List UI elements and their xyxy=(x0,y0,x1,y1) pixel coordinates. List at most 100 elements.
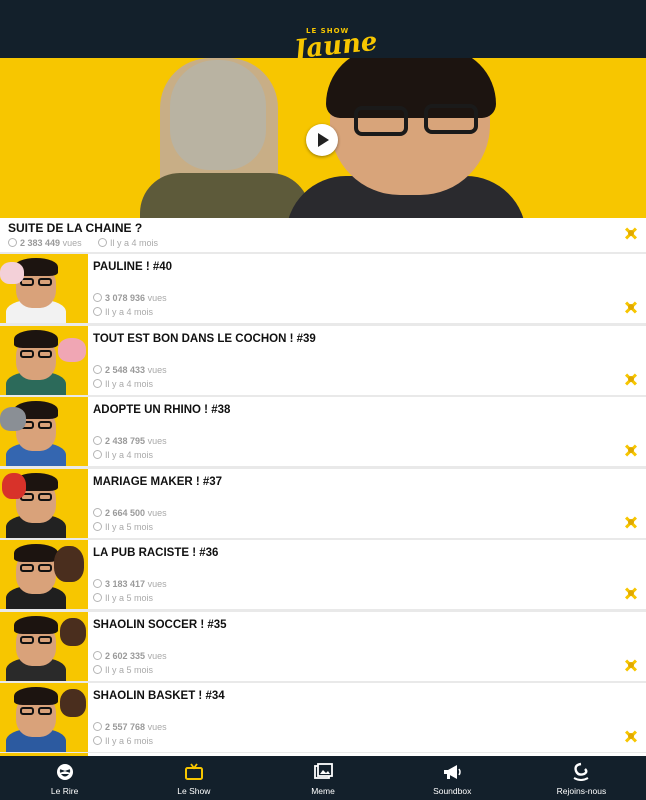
video-title: SHAOLIN SOCCER ! #35 xyxy=(93,618,227,631)
video-title: PAULINE ! #40 xyxy=(93,261,173,273)
views-count: 2 383 449 xyxy=(20,238,61,248)
clock-icon xyxy=(93,521,102,531)
views-unit: vues xyxy=(147,507,167,518)
age-text: Il y a 4 mois xyxy=(105,450,154,460)
age-text: Il y a 4 mois xyxy=(110,238,159,248)
views-icon xyxy=(93,650,102,660)
video-list-item[interactable]: LA PUB RACISTE ! #36 3 183 417 vues Il y… xyxy=(0,540,646,609)
age-text: Il y a 4 mois xyxy=(105,378,154,389)
video-age: Il y a 4 mois xyxy=(93,378,154,389)
video-thumbnail[interactable] xyxy=(0,468,88,538)
age-text: Il y a 5 mois xyxy=(105,593,154,603)
featured-age: Il y a 4 mois xyxy=(98,238,158,248)
clock-icon xyxy=(93,593,102,602)
video-age: Il y a 6 mois xyxy=(93,736,153,746)
tab-le-show[interactable]: Le Show xyxy=(129,756,258,800)
video-age: Il y a 5 mois xyxy=(93,521,154,532)
tv-icon xyxy=(183,761,205,783)
views-count: 3 183 417 xyxy=(105,579,146,589)
featured-views: 2 383 449 vues xyxy=(8,238,82,248)
video-list-item[interactable]: SHAOLIN BASKET ! #34 2 557 768 vues Il y… xyxy=(0,683,646,752)
views-icon xyxy=(93,436,102,445)
shuriken-icon[interactable] xyxy=(622,656,640,674)
video-thumbnail[interactable] xyxy=(0,325,88,395)
video-views: 2 664 500 vues xyxy=(93,507,167,518)
views-count: 3 078 936 xyxy=(105,293,146,303)
age-text: Il y a 5 mois xyxy=(105,664,154,675)
video-views: 3 183 417 vues xyxy=(93,579,167,589)
tab-label: Rejoins-nous xyxy=(556,786,607,796)
tab-label: Meme xyxy=(311,786,335,796)
views-unit: vues xyxy=(147,364,167,375)
views-unit: vues xyxy=(147,293,167,303)
video-views: 2 602 335 vues xyxy=(93,650,167,661)
clock-icon xyxy=(93,450,102,459)
video-thumbnail[interactable] xyxy=(0,611,88,681)
hero-video-thumbnail[interactable] xyxy=(0,58,646,218)
views-count: 2 664 500 xyxy=(105,507,146,518)
hero-person-left xyxy=(140,58,310,218)
photos-icon xyxy=(312,761,334,783)
clock-icon xyxy=(93,736,102,745)
video-views: 2 438 795 vues xyxy=(93,436,167,446)
video-thumbnail[interactable] xyxy=(0,540,88,609)
video-age: Il y a 5 mois xyxy=(93,664,154,675)
video-thumbnail[interactable] xyxy=(0,254,88,323)
video-list-item[interactable]: ADOPTE UN RHINO ! #38 2 438 795 vues Il … xyxy=(0,397,646,466)
shuriken-icon[interactable] xyxy=(622,370,640,388)
tab-le-rire[interactable]: Le Rire xyxy=(0,756,129,800)
video-views: 3 078 936 vues xyxy=(93,293,167,303)
clock-icon xyxy=(93,307,102,316)
tab-meme[interactable]: Meme xyxy=(258,756,387,800)
age-text: Il y a 6 mois xyxy=(105,736,154,746)
shuriken-icon[interactable] xyxy=(622,224,640,242)
swan-icon xyxy=(570,761,592,783)
video-views: 2 557 768 vues xyxy=(93,722,167,732)
views-count: 2 602 335 xyxy=(105,650,146,661)
views-count: 2 557 768 xyxy=(105,722,146,732)
views-unit: vues xyxy=(147,579,167,589)
shuriken-icon[interactable] xyxy=(622,727,640,745)
video-views: 2 548 433 vues xyxy=(93,364,167,375)
views-icon xyxy=(93,507,102,517)
video-thumbnail[interactable] xyxy=(0,683,88,752)
shuriken-icon[interactable] xyxy=(622,513,640,531)
video-title: ADOPTE UN RHINO ! #38 xyxy=(93,404,231,416)
views-unit: vues xyxy=(62,238,82,248)
clock-icon xyxy=(93,378,102,388)
bottom-tab-bar: Le Rire Le Show Meme Soundbox Rejoins-no… xyxy=(0,756,646,800)
tab-rejoins-nous[interactable]: Rejoins-nous xyxy=(517,756,646,800)
video-title: SHAOLIN BASKET ! #34 xyxy=(93,690,225,702)
app-root: LE SHOW Jaune SUITE DE LA CHAINE ? 2 383… xyxy=(0,0,646,800)
views-icon xyxy=(93,293,102,302)
clock-icon xyxy=(93,664,102,674)
views-unit: vues xyxy=(147,436,167,446)
tab-soundbox[interactable]: Soundbox xyxy=(388,756,517,800)
play-button[interactable] xyxy=(306,124,338,156)
video-title: TOUT EST BON DANS LE COCHON ! #39 xyxy=(93,332,316,345)
video-list-item[interactable]: MARIAGE MAKER ! #37 2 664 500 vues Il y … xyxy=(0,468,646,538)
tab-label: Le Rire xyxy=(50,786,79,796)
shuriken-icon[interactable] xyxy=(622,584,640,602)
shuriken-icon[interactable] xyxy=(622,298,640,316)
views-unit: vues xyxy=(147,650,167,661)
video-list-item[interactable]: TOUT EST BON DANS LE COCHON ! #39 2 548 … xyxy=(0,325,646,395)
views-icon xyxy=(8,238,17,247)
video-title: LA PUB RACISTE ! #36 xyxy=(93,547,219,559)
video-age: Il y a 5 mois xyxy=(93,593,153,603)
age-text: Il y a 4 mois xyxy=(105,307,154,317)
video-list-item[interactable]: SHAOLIN SOCCER ! #35 2 602 335 vues Il y… xyxy=(0,611,646,681)
video-list: PAULINE ! #40 3 078 936 vues Il y a 4 mo… xyxy=(0,254,646,755)
video-thumbnail[interactable] xyxy=(0,397,88,466)
views-count: 2 438 795 xyxy=(105,436,146,446)
tab-label: Le Show xyxy=(177,786,211,796)
views-icon xyxy=(93,364,102,374)
laugh-face-icon xyxy=(54,761,76,783)
featured-video-item[interactable]: SUITE DE LA CHAINE ? 2 383 449 vues Il y… xyxy=(0,218,646,252)
video-age: Il y a 4 mois xyxy=(93,450,153,460)
age-text: Il y a 5 mois xyxy=(105,521,154,532)
shuriken-icon[interactable] xyxy=(622,441,640,459)
video-title: MARIAGE MAKER ! #37 xyxy=(93,475,223,488)
megaphone-icon xyxy=(441,761,463,783)
video-list-item[interactable]: PAULINE ! #40 3 078 936 vues Il y a 4 mo… xyxy=(0,254,646,323)
